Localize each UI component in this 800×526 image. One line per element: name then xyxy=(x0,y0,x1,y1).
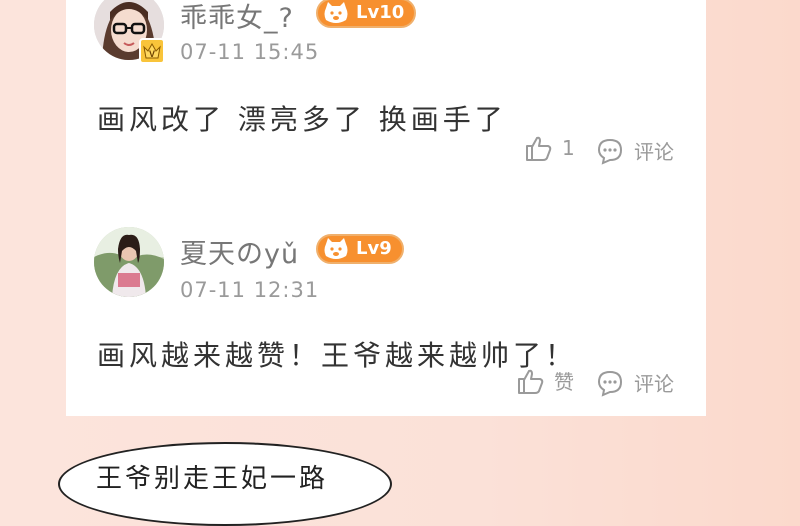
level-text: Lv9 xyxy=(356,238,392,259)
username[interactable]: 夏天のyǔ xyxy=(180,232,299,271)
comment-time: 07-11 12:31 xyxy=(180,278,320,302)
comment-item: 夏天のyǔ Lv9 07-11 12:31 画风越来越赞！王爷越来越帅了！ 赞 xyxy=(66,0,706,416)
comment-bubble-icon xyxy=(597,370,623,397)
thumbs-up-icon xyxy=(518,369,544,394)
avatar[interactable] xyxy=(94,227,164,297)
like-label: 赞 xyxy=(554,370,574,394)
comment-list: V 乖乖女_? Lv10 07-11 15:45 画风改了 漂亮多了 换画手了 … xyxy=(66,0,706,416)
comic-bubble-text: 王爷别走王妃一路 xyxy=(96,464,329,494)
cat-face-icon xyxy=(324,238,348,259)
like-button[interactable]: 赞 xyxy=(516,366,574,395)
reply-label: 评论 xyxy=(634,372,674,396)
level-badge: Lv9 xyxy=(316,234,404,264)
comment-text: 画风越来越赞！王爷越来越帅了！ xyxy=(97,339,578,372)
reply-button[interactable]: 评论 xyxy=(596,368,674,397)
